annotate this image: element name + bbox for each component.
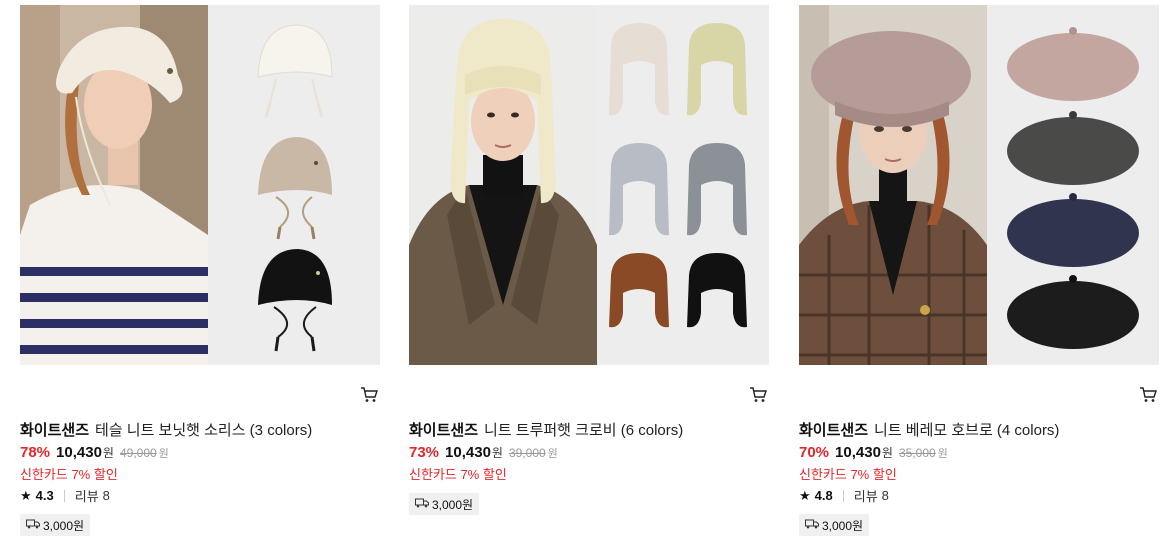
color-swatches [597, 5, 769, 365]
brand-name[interactable]: 화이트샌즈 [20, 422, 89, 439]
card-promo: 신한카드 7% 할인 [20, 467, 118, 482]
shipping-badge: 3,000원 [799, 514, 870, 536]
product-name[interactable]: 니트 베레모 호브로 (4 colors) [874, 422, 1059, 439]
rating-row: ★ 4.8 리뷰 8 [799, 486, 889, 505]
card-promo: 신한카드 7% 할인 [409, 467, 507, 482]
star-icon: ★ [20, 487, 32, 503]
review-label: 리뷰 [853, 489, 878, 504]
review-count: 8 [881, 488, 889, 503]
shipping-fee: 3,000원 [43, 518, 85, 533]
add-to-cart-icon[interactable] [1139, 387, 1157, 403]
brand-name[interactable]: 화이트샌즈 [409, 422, 478, 439]
rating-row: ★ 4.3 리뷰 8 [20, 486, 110, 505]
product-name[interactable]: 니트 트루퍼햇 크로비 (6 colors) [484, 422, 683, 439]
model-photo [799, 5, 987, 365]
product-title[interactable]: 화이트샌즈 테슬 니트 보닛햇 소리스 (3 colors) [20, 419, 312, 440]
review-label: 리뷰 [74, 489, 99, 504]
original-price: 39,000 [508, 446, 546, 460]
currency-unit: 원 [102, 446, 114, 460]
shipping-fee: 3,000원 [822, 518, 864, 533]
price-row: 73% 10,430 원 39,000 원 [409, 444, 558, 461]
color-swatches [208, 5, 380, 365]
discount-rate: 70% [799, 444, 830, 461]
product-image[interactable] [20, 5, 380, 365]
currency-unit: 원 [881, 446, 893, 460]
rating-value: 4.3 [35, 488, 54, 503]
product-image[interactable] [409, 5, 769, 365]
discount-rate: 78% [20, 444, 51, 461]
model-photo [409, 5, 597, 365]
price-row: 70% 10,430 원 35,000 원 [799, 444, 948, 461]
color-swatches [987, 5, 1159, 365]
product-title[interactable]: 화이트샌즈 니트 베레모 호브로 (4 colors) [799, 419, 1059, 440]
divider [842, 489, 844, 502]
star-icon: ★ [799, 487, 811, 503]
product-card[interactable]: 화이트샌즈 테슬 니트 보닛햇 소리스 (3 colors) 78% 10,430… [20, 5, 380, 536]
product-title[interactable]: 화이트샌즈 니트 트루퍼햇 크로비 (6 colors) [409, 419, 683, 440]
rating-value: 4.8 [814, 488, 833, 503]
add-to-cart-icon[interactable] [360, 387, 378, 403]
original-currency-unit: 원 [937, 448, 948, 460]
sale-price: 10,430 [835, 444, 881, 461]
add-to-cart-icon[interactable] [749, 387, 767, 403]
original-currency-unit: 원 [547, 448, 558, 460]
original-price: 49,000 [119, 446, 157, 460]
product-image[interactable] [799, 5, 1159, 365]
discount-rate: 73% [409, 444, 440, 461]
card-promo: 신한카드 7% 할인 [799, 467, 897, 482]
original-price: 35,000 [898, 446, 936, 460]
sale-price: 10,430 [56, 444, 102, 461]
truck-icon [805, 518, 819, 532]
shipping-badge: 3,000원 [409, 493, 480, 515]
brand-name[interactable]: 화이트샌즈 [799, 422, 868, 439]
product-name[interactable]: 테슬 니트 보닛햇 소리스 (3 colors) [95, 422, 312, 439]
truck-icon [415, 497, 429, 511]
currency-unit: 원 [491, 446, 503, 460]
model-photo [20, 5, 208, 365]
shipping-fee: 3,000원 [432, 497, 474, 512]
divider [63, 489, 65, 502]
shipping-badge: 3,000원 [20, 514, 91, 536]
product-card[interactable]: 화이트샌즈 니트 트루퍼햇 크로비 (6 colors) 73% 10,430 원… [409, 5, 769, 515]
sale-price: 10,430 [445, 444, 491, 461]
truck-icon [26, 518, 40, 532]
product-card[interactable]: 화이트샌즈 니트 베레모 호브로 (4 colors) 70% 10,430 원 … [799, 5, 1159, 536]
original-currency-unit: 원 [158, 448, 169, 460]
price-row: 78% 10,430 원 49,000 원 [20, 444, 169, 461]
review-count: 8 [102, 488, 110, 503]
